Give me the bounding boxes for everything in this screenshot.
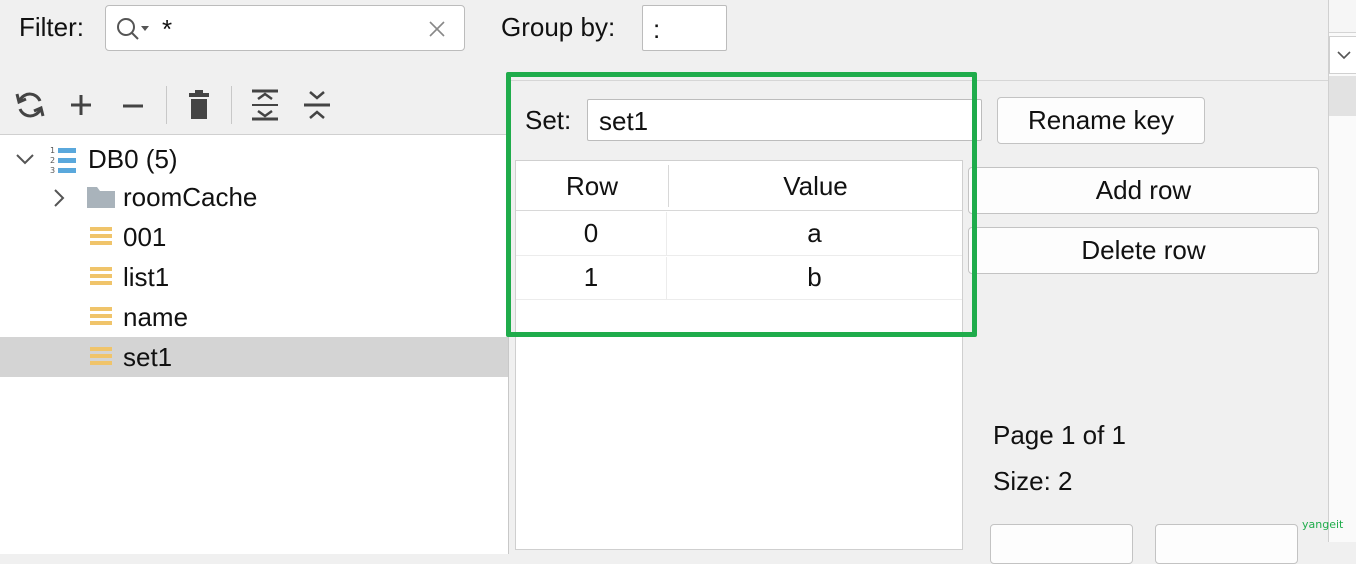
toolbar-separator [166,86,167,124]
chevron-right-icon[interactable] [50,187,68,209]
toolbar-separator [231,86,232,124]
chevron-down-icon[interactable] [14,151,36,167]
key-tree[interactable]: 1 2 3 DB0 (5) roomCache 001 list1 name s… [0,134,509,554]
filter-label: Filter: [19,12,84,42]
tree-item-roomcache[interactable]: roomCache [0,177,508,217]
key-icon [90,347,112,367]
svg-text:2: 2 [50,156,55,165]
folder-icon [87,187,115,208]
key-icon [90,307,112,327]
group-by-input[interactable]: : [642,5,727,51]
watermark: yangeit [1302,518,1344,531]
key-icon [90,227,112,247]
expand-all-icon[interactable] [248,88,282,122]
add-row-button[interactable]: Add row [968,167,1319,214]
chevron-down-icon [1337,51,1351,60]
scroll-down-button[interactable] [1329,36,1356,74]
tree-item-name[interactable]: name [0,297,508,337]
database-icon: 1 2 3 [50,146,76,175]
collapse-all-icon[interactable] [300,88,334,122]
tree-item-label: list1 [123,262,170,292]
delete-row-button[interactable]: Delete row [968,227,1319,274]
prev-page-button[interactable] [990,524,1133,564]
scrollbar-thumb[interactable] [1329,76,1356,116]
tree-item-label: roomCache [123,182,258,212]
tree-item-set1[interactable]: set1 [0,337,508,377]
right-scrollbar[interactable] [1328,0,1356,542]
tree-item-label: name [123,302,189,332]
svg-text:3: 3 [50,166,55,175]
refresh-icon[interactable] [13,88,47,122]
rename-key-button[interactable]: Rename key [997,97,1205,144]
filter-value: * [162,14,173,44]
highlight-box [506,72,977,337]
tree-item-label: set1 [123,342,173,372]
svg-text:1: 1 [50,146,55,155]
filter-input[interactable]: * [105,5,465,51]
size-indicator: Size: 2 [993,466,1073,496]
tree-db-node[interactable]: 1 2 3 DB0 (5) [0,139,508,179]
next-page-button[interactable] [1155,524,1298,564]
trash-icon[interactable] [182,88,216,122]
scrollbar-track-top [1329,0,1356,33]
tree-item-001[interactable]: 001 [0,217,508,257]
clear-icon[interactable] [428,20,446,38]
tree-item-label: 001 [123,222,167,252]
group-by-label: Group by: [501,12,616,42]
search-icon[interactable] [116,16,152,42]
tree-item-list1[interactable]: list1 [0,257,508,297]
plus-icon[interactable] [64,88,98,122]
key-icon [90,267,112,287]
group-by-value: : [653,14,661,44]
minus-icon[interactable] [116,88,150,122]
db-label: DB0 (5) [88,144,178,174]
page-indicator: Page 1 of 1 [993,420,1126,450]
